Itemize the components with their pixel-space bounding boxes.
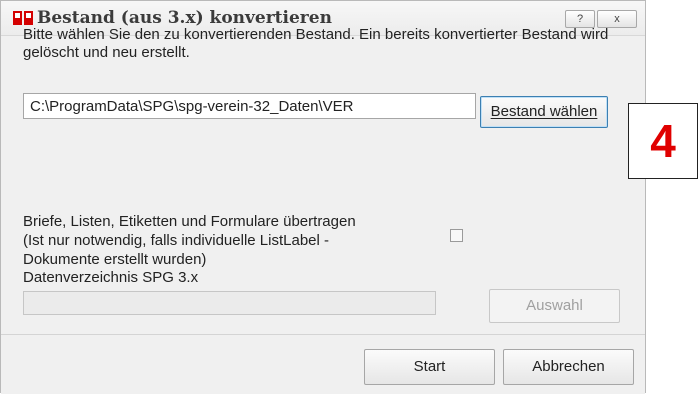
data-directory-input[interactable] xyxy=(23,291,436,315)
app-icon xyxy=(13,11,33,25)
start-button[interactable]: Start xyxy=(364,349,495,385)
transfer-options-label: Briefe, Listen, Etiketten und Formulare … xyxy=(23,212,423,269)
convert-dialog: Bestand (aus 3.x) konvertieren ? x Bitte… xyxy=(0,0,646,394)
transfer-label-line1: Briefe, Listen, Etiketten und Formulare … xyxy=(23,213,356,230)
transfer-checkbox[interactable] xyxy=(450,229,463,242)
annotation-marker: 4 xyxy=(628,103,698,179)
bestand-button-label: Bestand wählen xyxy=(490,103,598,120)
window-title: Bestand (aus 3.x) konvertieren xyxy=(37,8,332,28)
bestand-path-input[interactable]: C:\ProgramData\SPG\spg-verein-32_Daten\V… xyxy=(23,93,476,119)
data-directory-label: Datenverzeichnis SPG 3.x xyxy=(23,269,199,286)
bestand-waehlen-button[interactable]: Bestand wählen xyxy=(480,96,608,128)
description-text: Bitte wählen Sie den zu konvertierenden … xyxy=(23,26,609,61)
transfer-label-line2: (Ist nur notwendig, falls individuelle L… xyxy=(23,232,329,249)
auswahl-button[interactable]: Auswahl xyxy=(489,289,620,323)
annotation-number: 4 xyxy=(650,115,676,167)
cancel-button[interactable]: Abbrechen xyxy=(503,349,634,385)
transfer-label-line3: Dokumente erstellt wurden) xyxy=(23,251,207,268)
